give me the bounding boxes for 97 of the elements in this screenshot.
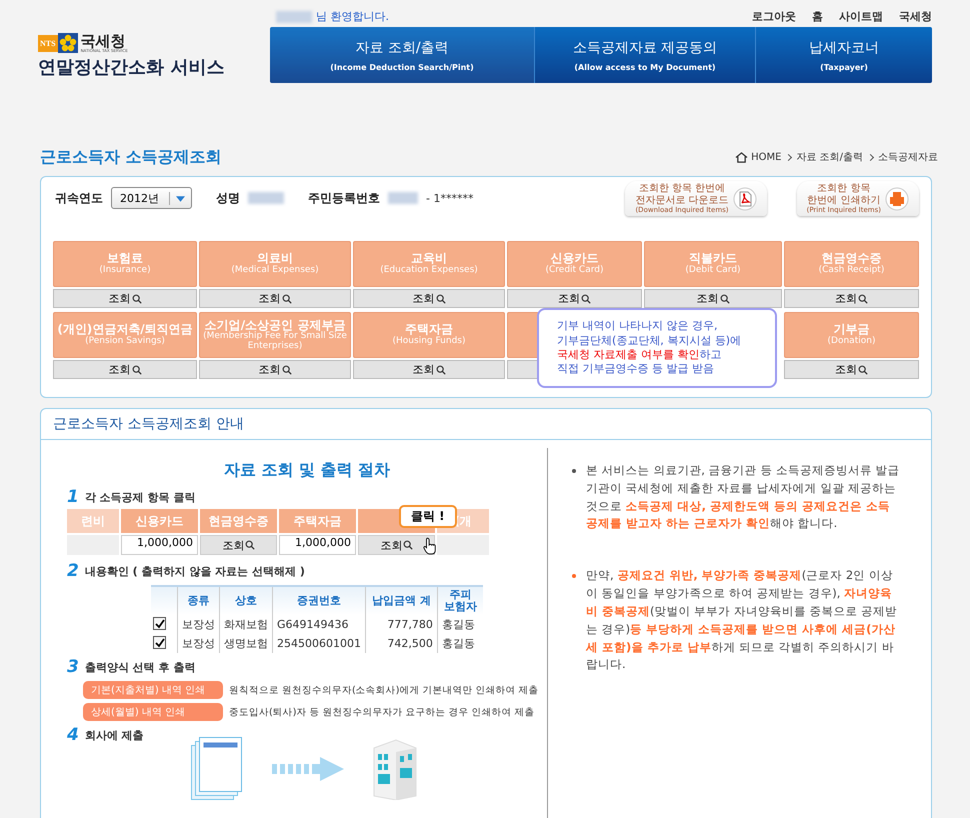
search-icon [132, 294, 142, 304]
header-link[interactable]: 로그아웃 [752, 9, 796, 27]
year-select[interactable]: 2012년 [111, 187, 192, 209]
nav-tab[interactable]: 소득공제자료 제공동의 (Allow access to My Document) [534, 27, 755, 83]
field-label: 귀속연도 [55, 190, 103, 206]
notice-paragraph: 만약, 공제요건 위반, 부양가족 중복공제(근로자 2인 이상이 동일인을 부양가족으로 하여 공제받는 경우), 자녀양육비 중복공제(맞벌이 부부가 자녀양육비를 중복으로 공제받는 경우)등 부당하게 소득공제를 받으면 사후에 세금(가산세 포함)을 추가로 납부하게 되므로 각별히 주의하시기 바랍니다. [586, 567, 898, 674]
search-button[interactable]: 조회 [507, 289, 642, 308]
header-link[interactable]: 국세청 [899, 9, 932, 27]
welcome-text: 님 환영합니다. [316, 9, 389, 24]
demo-category-tile: 신용카드 [121, 509, 198, 533]
column-header: 주피 보험자 [437, 586, 483, 616]
category-tile[interactable] [507, 312, 539, 358]
search-icon [858, 294, 868, 304]
step-text: 내용확인 ( 출력하지 않을 자료는 선택해제 ) [84, 564, 305, 578]
amount-cell: 1,000,000 [279, 535, 356, 555]
checkbox[interactable] [153, 617, 166, 630]
search-icon [402, 540, 412, 550]
table-cell: 777,780 [365, 615, 438, 634]
building-icon [372, 738, 418, 800]
table-cell: 홍길동 [437, 634, 483, 654]
step-text: 출력양식 선택 후 출력 [84, 660, 196, 675]
column-header: 납입금액 계 [365, 586, 438, 616]
table-cell: 보장성 [178, 615, 220, 634]
flower-icon [58, 33, 78, 53]
table-cell: 254500601001 [272, 634, 366, 654]
search-icon [858, 364, 868, 374]
documents-icon [191, 737, 244, 800]
step-number: 3 [67, 657, 79, 678]
table-cell: 홍길동 [437, 615, 483, 634]
demo-category-tile: 주택자금 [279, 509, 356, 533]
search-icon [282, 364, 292, 374]
step-number: 4 [67, 725, 79, 746]
checkbox[interactable] [153, 636, 166, 650]
column-header: 상호 [220, 586, 272, 616]
table-cell: 보장성 [178, 634, 220, 654]
check-icon [154, 618, 164, 629]
option-description: 중도입사(퇴사)자 등 원천징수의무자가 요구하는 경우 인쇄하여 제출 [229, 706, 535, 719]
search-button[interactable]: 조회 [644, 289, 782, 308]
field-label: 주민등록번호 [308, 190, 380, 206]
table-cell: 화재보험 [220, 615, 272, 634]
search-button[interactable]: 조회 [199, 289, 351, 308]
nav-tab[interactable]: 자료 조회/출력 (Income Deduction Search/Pint) [270, 27, 534, 83]
printer-icon [885, 186, 909, 211]
search-button[interactable]: 조회 [199, 360, 351, 379]
service-title: 연말정산간소화 서비스 [38, 56, 226, 79]
search-icon [720, 294, 730, 304]
click-bubble: 클릭 ! [399, 505, 457, 528]
step-text: 회사에 제출 [84, 728, 144, 743]
nav-tab[interactable]: 납세자코너 (Taxpayer) [755, 27, 932, 83]
check-icon [154, 638, 164, 648]
table-cell: 742,500 [365, 634, 438, 654]
table-cell: G649149436 [272, 615, 366, 634]
breadcrumb-link[interactable]: 소득공제자료 [878, 150, 938, 164]
search-button[interactable]: 조회 [353, 360, 505, 379]
hand-cursor-icon [423, 537, 437, 555]
search-button[interactable]: 조회 [53, 289, 197, 308]
redacted-name [276, 10, 312, 22]
home-icon [735, 152, 748, 162]
table-cell: 생명보험 [220, 634, 272, 654]
breadcrumb-link[interactable]: 자료 조회/출력 [796, 150, 863, 164]
pdf-icon [732, 186, 757, 211]
page-title: 근로소득자 소득공제조회 [40, 147, 222, 168]
tooltip-text: 기부 내역이 나타나지 않은 경우, 기부금단체(종교단체, 복지시설 등)에 국세청 자료제출 여부를 확인하고 직접 기부금영수증 등 발급 받음 [557, 319, 742, 377]
search-icon [132, 364, 142, 374]
breadcrumb-link[interactable]: HOME [751, 152, 782, 162]
step-number: 1 [67, 487, 79, 507]
field-label: 성명 [216, 190, 240, 206]
section-title: 근로소득자 소득공제조회 안내 [41, 409, 931, 440]
search-button[interactable]: 조회 [53, 360, 197, 379]
logo-badge: NTS [38, 34, 58, 52]
search-icon [282, 294, 292, 304]
step-text: 각 소득공제 항목 클릭 [84, 490, 196, 504]
search-button[interactable]: 조회 [353, 289, 505, 308]
column-header: 증권번호 [272, 586, 366, 616]
search-icon [436, 294, 446, 304]
redacted-id [388, 192, 418, 204]
guide-title: 자료 조회 및 출력 절차 [222, 460, 392, 481]
step-number: 2 [67, 561, 79, 581]
demo-category-tile: 련비 [67, 509, 119, 533]
amount-cell: 1,000,000 [121, 535, 198, 555]
demo-blank-cell [437, 535, 489, 555]
search-icon [581, 294, 591, 304]
option-description: 원칙적으로 원천징수의무자(소속회사)에게 기본내역만 인쇄하여 제출 [229, 684, 538, 697]
redacted-name [248, 192, 284, 204]
column-header: 종류 [178, 586, 220, 616]
dropdown-icon [176, 196, 185, 202]
search-button[interactable]: 조회 [784, 289, 919, 308]
arrow-icon [272, 756, 344, 781]
search-icon [244, 540, 254, 550]
id-number: - 1****** [426, 192, 474, 204]
header-link[interactable]: 홈 [812, 9, 823, 27]
logo-org: 국세청 [80, 34, 126, 48]
header-link[interactable]: 사이트맵 [839, 9, 883, 27]
search-button[interactable]: 조회 [784, 360, 919, 379]
demo-category-tile: 현금영수증 [200, 509, 277, 533]
search-icon [436, 364, 446, 374]
notice-paragraph: 본 서비스는 의료기관, 금융기관 등 소득공제증빙서류 발급기관이 국세청에 제출한 자료를 납세자에게 일괄 제공하는 것으로 소득공제 대상, 공제한도액 등의 공제요건은 소득공제를 받고자 하는 근로자가 확인해야 합니다. [586, 462, 901, 532]
